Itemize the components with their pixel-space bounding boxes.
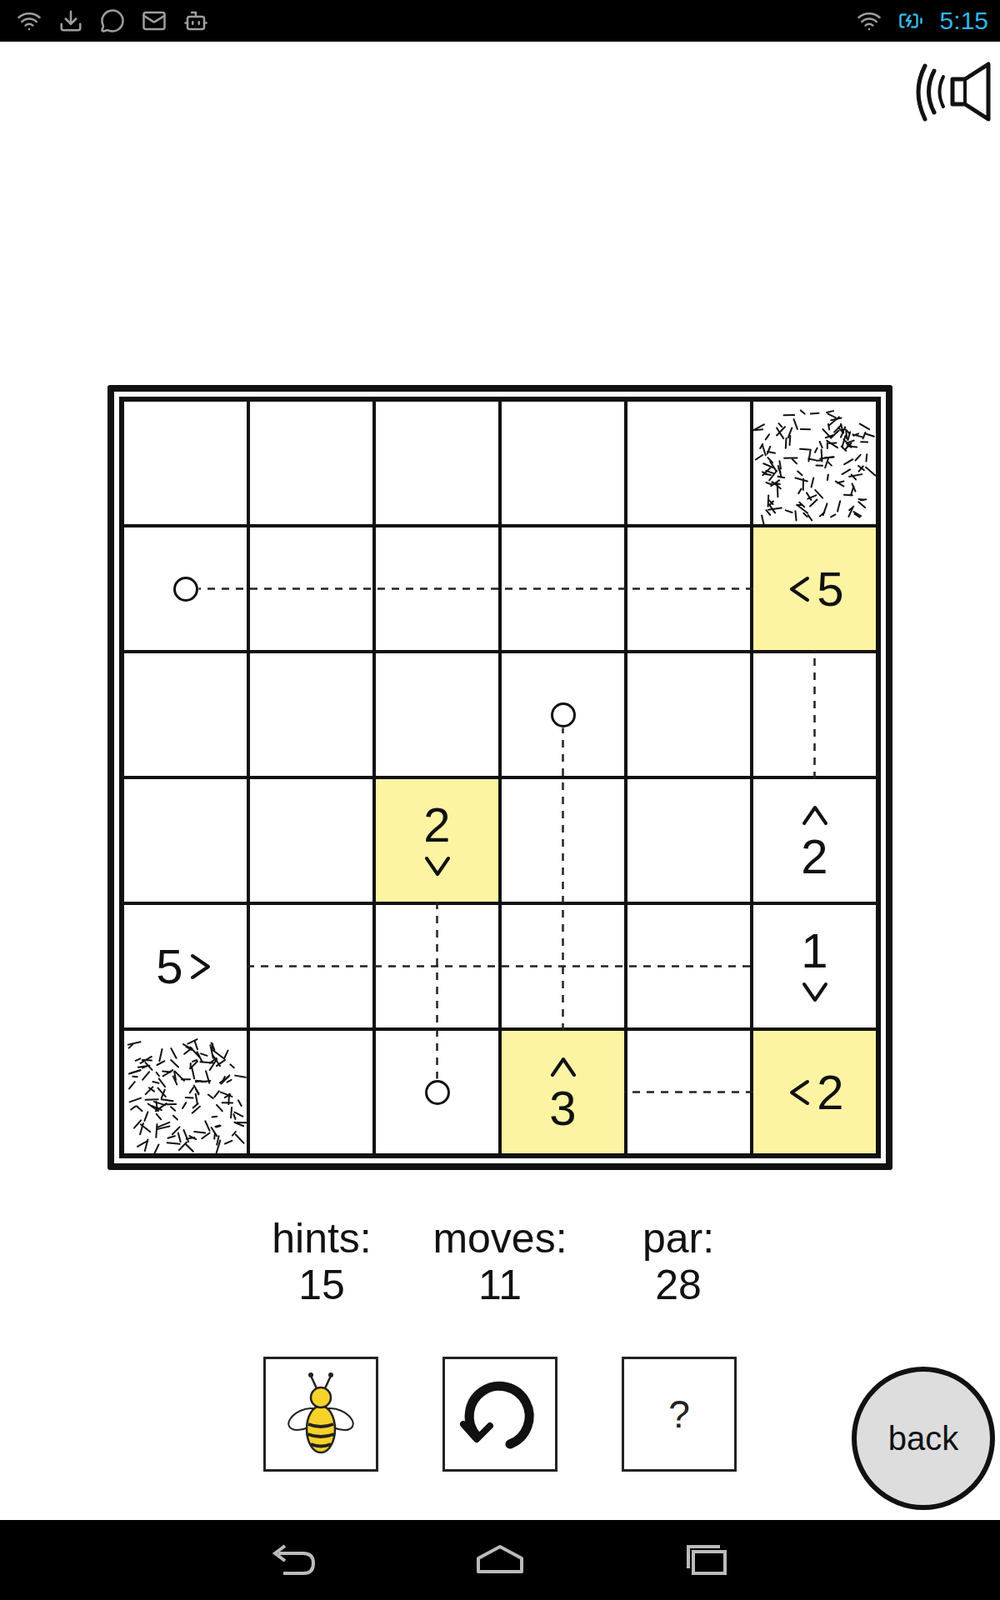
board-cell <box>627 1030 750 1154</box>
tile[interactable]: 2 <box>800 800 830 881</box>
board-cell <box>501 905 625 1028</box>
board-cell <box>753 653 876 776</box>
board-cell <box>124 1030 247 1154</box>
tile-cell[interactable]: 2 <box>375 779 499 902</box>
stats: hints:15moves:11par:28 <box>0 1215 1000 1309</box>
arrow-icon <box>186 952 215 981</box>
header <box>0 41 1000 385</box>
tile-number: 2 <box>800 832 828 881</box>
stat-value: 28 <box>655 1261 702 1309</box>
board-cell <box>375 1030 499 1154</box>
tile[interactable]: 1 <box>800 926 830 1007</box>
clock: 5:15 <box>940 6 989 35</box>
arrow-icon <box>785 1078 814 1107</box>
target-ring <box>425 1080 450 1105</box>
board: 5 2 2 5 1 3 2 <box>124 401 876 1154</box>
tile-cell[interactable]: 2 <box>753 1030 876 1154</box>
board-cell <box>627 779 750 902</box>
grass-icon <box>124 1030 247 1154</box>
board-cell <box>501 779 625 902</box>
hangouts-icon <box>100 8 125 34</box>
stat-value: 11 <box>478 1261 522 1309</box>
back-nav-icon[interactable] <box>266 1543 317 1577</box>
target-ring <box>550 702 576 728</box>
battery-icon <box>898 8 924 34</box>
tile[interactable]: 5 <box>155 942 215 991</box>
android-icon <box>183 8 209 34</box>
board-cell <box>501 653 625 776</box>
board-cell <box>753 401 876 525</box>
restart-icon <box>458 1372 542 1456</box>
tile-number: 5 <box>155 942 183 991</box>
status-bar: 5:15 <box>0 0 1000 42</box>
board-cell <box>375 905 499 1028</box>
board-cell <box>375 653 499 776</box>
wifi-icon <box>16 8 42 34</box>
home-nav-icon[interactable] <box>475 1543 525 1577</box>
board-cell <box>627 401 750 525</box>
tile-cell[interactable]: 5 <box>753 527 876 650</box>
tile[interactable]: 5 <box>785 565 844 614</box>
tile-number: 2 <box>816 1068 844 1117</box>
bee-button[interactable] <box>263 1356 379 1472</box>
tile[interactable]: 2 <box>423 800 452 881</box>
back-button[interactable]: back <box>851 1366 995 1510</box>
recents-nav-icon[interactable] <box>683 1543 734 1577</box>
board-cell <box>250 779 373 902</box>
board-cell <box>627 653 750 776</box>
tile[interactable]: 3 <box>549 1052 578 1133</box>
tile-number: 2 <box>423 800 450 850</box>
board-cell <box>250 527 373 650</box>
tile-number: 1 <box>800 926 828 975</box>
stat: hints:15 <box>238 1215 405 1309</box>
board-cell <box>250 1030 373 1154</box>
board-cell <box>124 527 247 650</box>
arrow-icon <box>785 575 814 604</box>
tile-number: 3 <box>549 1084 576 1133</box>
stat-value: 15 <box>298 1261 345 1309</box>
board-cell <box>501 401 625 525</box>
tile-cell[interactable]: 3 <box>501 1030 625 1154</box>
arrow-icon <box>800 800 830 830</box>
grass-icon <box>753 401 876 525</box>
arrow-icon <box>800 978 830 1007</box>
screen: 5:155225132hints:15moves:11par:28?back <box>0 0 1000 1600</box>
restart-button[interactable] <box>442 1356 558 1472</box>
tile[interactable]: 2 <box>785 1068 844 1117</box>
board-cell <box>250 653 373 776</box>
board-cell <box>124 401 247 525</box>
arrow-icon <box>549 1052 578 1081</box>
stat: moves:11 <box>416 1215 584 1309</box>
board-cell <box>124 653 247 776</box>
speaker-icon[interactable] <box>906 55 995 128</box>
stat-label: moves: <box>432 1215 567 1262</box>
board-frame: 5 2 2 5 1 3 2 <box>107 385 893 1170</box>
board-cell <box>250 401 373 525</box>
board-cell <box>627 905 750 1028</box>
nav-bar <box>0 1520 1000 1600</box>
board-cell <box>250 905 373 1028</box>
board-cell <box>375 401 499 525</box>
tile-cell[interactable]: 2 <box>753 779 876 902</box>
stat-label: hints: <box>271 1215 372 1262</box>
help-label: ? <box>668 1391 690 1437</box>
tile-cell[interactable]: 1 <box>753 905 876 1028</box>
tile-cell[interactable]: 5 <box>124 905 247 1028</box>
trail-overlay <box>124 401 876 1154</box>
tile-number: 5 <box>816 565 844 614</box>
board-cell <box>501 527 625 650</box>
help-button[interactable]: ? <box>621 1356 737 1472</box>
wifi-icon <box>856 8 882 34</box>
stat: par:28 <box>595 1215 762 1309</box>
toolbar: ? back <box>0 1356 1000 1510</box>
arrow-icon <box>423 852 452 881</box>
bee-icon <box>279 1367 363 1461</box>
stat-label: par: <box>642 1215 715 1262</box>
board-cell <box>627 527 750 650</box>
download-icon <box>58 8 84 34</box>
mail-icon <box>141 8 167 34</box>
target-ring <box>173 576 199 602</box>
board-cell <box>375 527 499 650</box>
board-cell <box>124 779 247 902</box>
